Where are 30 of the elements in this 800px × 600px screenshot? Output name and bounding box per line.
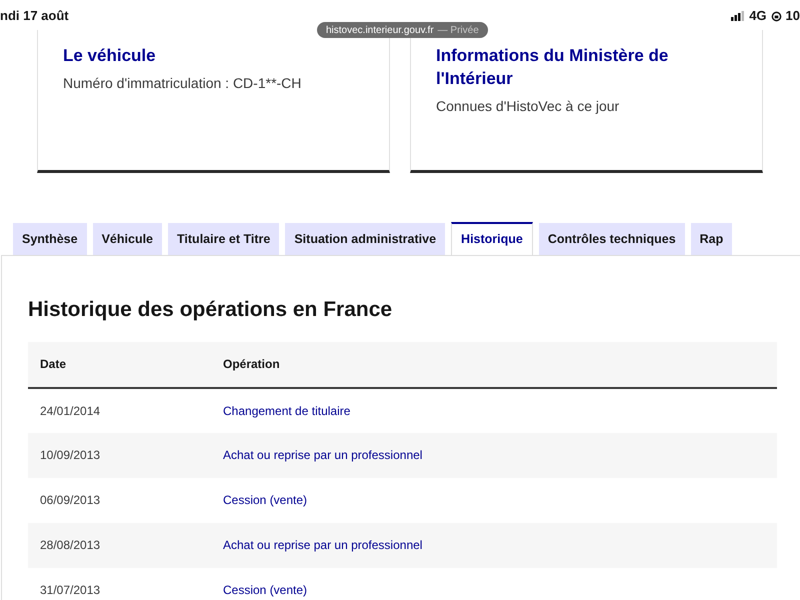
orientation-lock-icon: [770, 10, 782, 22]
date-cell: 31/07/2013: [28, 568, 211, 600]
operation-link[interactable]: Achat ou reprise par un professionnel: [211, 522, 777, 568]
operation-link[interactable]: Cession (vente): [211, 568, 777, 600]
operation-link[interactable]: Achat ou reprise par un professionnel: [211, 432, 777, 478]
date-cell: 24/01/2014: [28, 388, 211, 432]
card-title: Informations du Ministère de l'Intérieur: [436, 45, 670, 90]
tab[interactable]: Situation administrative: [285, 223, 446, 255]
tab[interactable]: Rap: [690, 223, 732, 255]
date-cell: 28/08/2013: [28, 522, 211, 568]
battery-percent: 10: [786, 7, 800, 26]
date-cell: 10/09/2013: [28, 432, 211, 478]
operation-link[interactable]: Changement de titulaire: [211, 388, 777, 432]
tab[interactable]: Synthèse: [13, 223, 87, 255]
url-pill[interactable]: histovec.interieur.gouv.fr — Privée: [317, 22, 488, 38]
signal-icon: [731, 11, 746, 21]
card-text: Numéro d'immatriculation : CD-1**-CH: [63, 74, 302, 93]
operation-link[interactable]: Cession (vente): [211, 478, 777, 522]
card-title: Le véhicule: [63, 45, 157, 67]
network-label: 4G: [749, 7, 767, 26]
column-header: Date: [28, 342, 211, 388]
column-header: Opération: [211, 342, 777, 388]
tab[interactable]: Contrôles techniques: [538, 223, 685, 255]
tab[interactable]: Titulaire et Titre: [168, 223, 280, 255]
tab[interactable]: Historique: [451, 222, 533, 255]
date-cell: 06/09/2013: [28, 478, 211, 522]
tab[interactable]: Véhicule: [92, 223, 162, 255]
status-date: ndi 17 août: [0, 7, 69, 26]
card-text: Connues d'HistoVec à ce jour: [436, 97, 620, 116]
section-heading: Historique des opérations en France: [28, 297, 394, 323]
